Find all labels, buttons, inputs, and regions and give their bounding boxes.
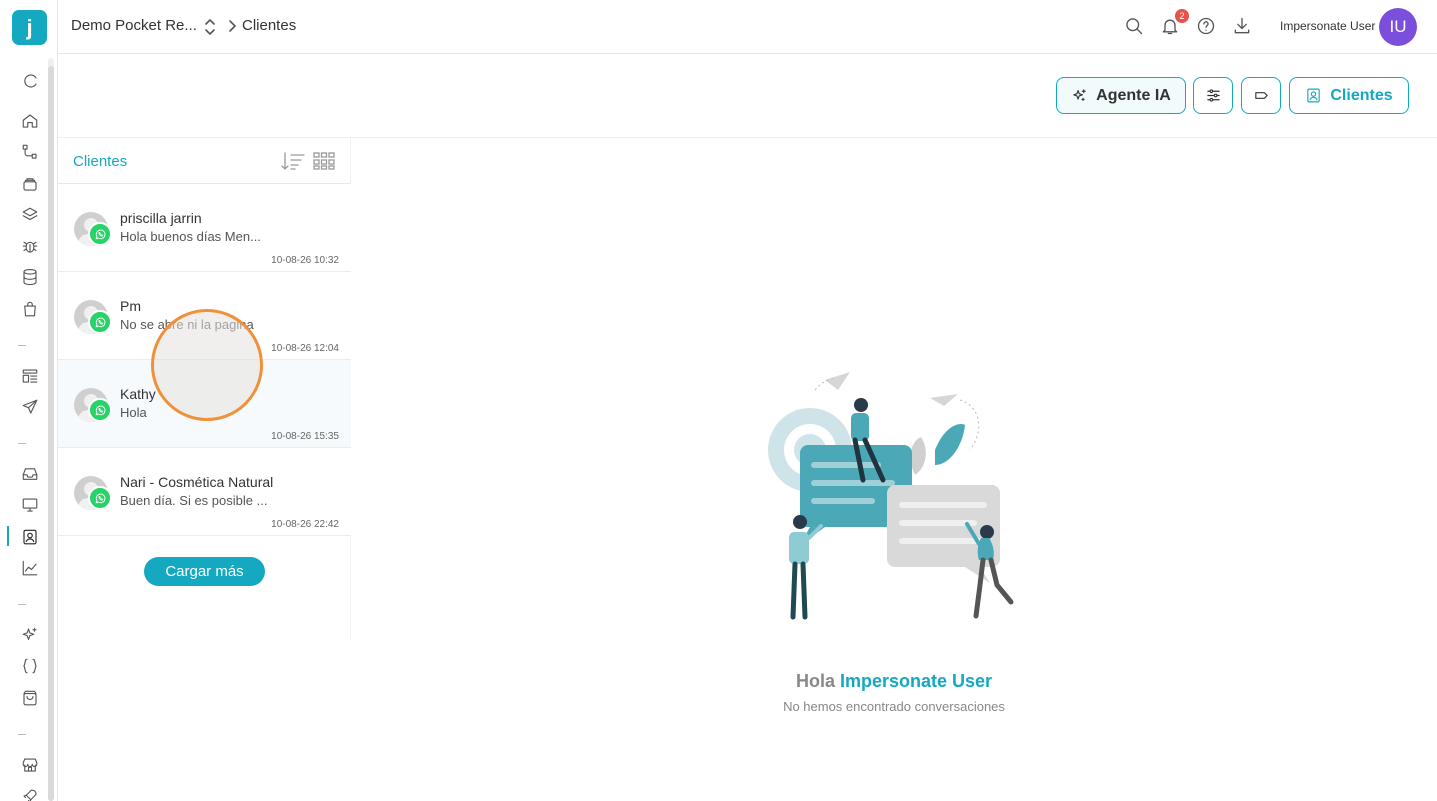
project-switch-icon[interactable]: [203, 17, 217, 37]
tag-button[interactable]: [1241, 77, 1281, 114]
contacts-icon[interactable]: [19, 526, 41, 548]
monitor-icon[interactable]: [19, 494, 41, 516]
flow-icon[interactable]: [19, 141, 41, 163]
app-logo[interactable]: j: [12, 10, 47, 45]
client-last-message: Buen día. Si es posible ...: [120, 493, 268, 508]
sort-icon[interactable]: [280, 150, 306, 172]
whatsapp-icon: [88, 310, 112, 334]
rail-separator: [18, 604, 26, 605]
tag-icon: [1254, 92, 1268, 99]
greeting-word: Hola: [795, 671, 835, 691]
agent-ia-button[interactable]: Agente IA: [1056, 77, 1186, 114]
filter-button[interactable]: [1193, 77, 1233, 114]
rail-active-indicator: [7, 526, 9, 546]
whatsapp-icon: [88, 398, 112, 422]
notification-badge: 2: [1175, 9, 1189, 23]
client-list-title: Clientes: [73, 153, 128, 170]
template-list-icon[interactable]: [19, 365, 41, 387]
help-icon[interactable]: [1196, 16, 1218, 38]
shopping-bag-icon[interactable]: [19, 687, 41, 709]
client-name: Nari - Cosmética Natural: [120, 474, 274, 490]
store-icon[interactable]: [19, 754, 41, 776]
inbox-icon[interactable]: [19, 463, 41, 485]
send-icon[interactable]: [19, 396, 41, 418]
client-row[interactable]: Nari - Cosmética Natural Buen día. Si es…: [58, 448, 351, 536]
chart-line-icon[interactable]: [19, 557, 41, 579]
rail-separator: [18, 734, 26, 735]
client-timestamp: 10-08-26 15:35: [271, 431, 339, 442]
database-icon[interactable]: [19, 266, 41, 288]
stack-icon[interactable]: [19, 204, 41, 226]
bug-icon[interactable]: [19, 235, 41, 257]
sparkles-icon: [1073, 89, 1086, 102]
client-name: priscilla jarrin: [120, 210, 202, 226]
whatsapp-icon: [88, 222, 112, 246]
empty-state-greeting: Hola Impersonate User: [351, 671, 1437, 692]
sliders-icon: [1206, 89, 1220, 102]
search-icon[interactable]: [1124, 16, 1146, 38]
breadcrumb-project[interactable]: Demo Pocket Re...: [71, 17, 197, 34]
client-last-message: Hola: [120, 405, 147, 420]
rail-scrollbar-thumb[interactable]: [48, 66, 54, 801]
top-bar: Demo Pocket Re... Clientes 2 Impersonate…: [58, 0, 1437, 54]
home-icon[interactable]: [19, 110, 41, 132]
sparkles-icon[interactable]: [19, 624, 41, 646]
grid-icon[interactable]: [312, 151, 336, 171]
client-timestamp: 10-08-26 12:04: [271, 343, 339, 354]
agent-ia-label: Agente IA: [1096, 86, 1171, 104]
refresh-icon[interactable]: [19, 70, 41, 92]
tap-indicator: [151, 309, 263, 421]
load-more-button[interactable]: Cargar más: [144, 557, 265, 586]
app-root: j Demo Pocket Re... Clientes 2 Impersona…: [0, 0, 1437, 801]
user-avatar[interactable]: IU: [1379, 8, 1417, 46]
client-list-header: Clientes: [58, 138, 351, 184]
layers-box-icon[interactable]: [19, 173, 41, 195]
download-icon[interactable]: [1232, 16, 1254, 38]
client-name: Pm: [120, 298, 141, 314]
greeting-user: Impersonate User: [839, 671, 993, 691]
rail-separator: [18, 345, 26, 346]
page-toolbar: Agente IA Clientes: [58, 54, 1437, 138]
rocket-icon[interactable]: [19, 785, 41, 801]
client-timestamp: 10-08-26 10:32: [271, 255, 339, 266]
client-last-message: Hola buenos días Men...: [120, 229, 261, 244]
rail-scrollbar[interactable]: [48, 58, 54, 801]
empty-conversations-illustration: [768, 372, 1014, 620]
chevron-right-icon: [226, 19, 238, 33]
clientes-button[interactable]: Clientes: [1289, 77, 1409, 114]
client-name: Kathy: [120, 386, 156, 402]
rail-separator: [18, 443, 26, 444]
client-timestamp: 10-08-26 22:42: [271, 519, 339, 530]
bag-icon[interactable]: [19, 298, 41, 320]
client-row[interactable]: priscilla jarrin Hola buenos días Men...…: [58, 184, 351, 272]
empty-state-message: No hemos encontrado conversaciones: [783, 699, 1005, 714]
contacts-icon: [1307, 88, 1321, 103]
code-braces-icon[interactable]: [19, 655, 41, 677]
left-rail: j: [0, 0, 58, 801]
clientes-label: Clientes: [1330, 86, 1393, 104]
breadcrumb-current: Clientes: [242, 17, 297, 34]
whatsapp-icon: [88, 486, 112, 510]
user-name[interactable]: Impersonate User: [1280, 19, 1375, 33]
